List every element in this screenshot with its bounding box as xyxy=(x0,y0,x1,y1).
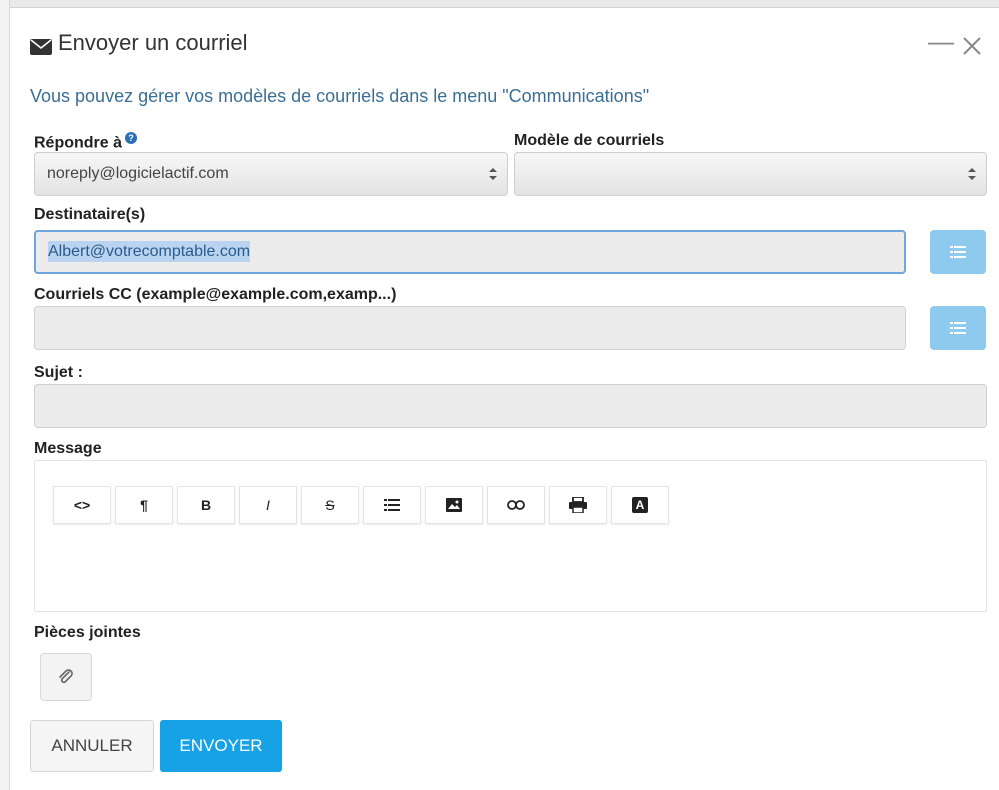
paragraph-button[interactable]: ¶ xyxy=(115,486,173,524)
bold-icon: B xyxy=(200,497,212,513)
italic-button[interactable]: I xyxy=(239,486,297,524)
unordered-list-icon xyxy=(384,499,400,511)
dialog-title: Envoyer un courriel xyxy=(30,30,248,56)
envelope-icon xyxy=(30,35,52,55)
cancel-button[interactable]: ANNULER xyxy=(30,720,154,772)
cc-list-button[interactable] xyxy=(930,306,986,350)
send-button[interactable]: ENVOYER xyxy=(160,720,282,772)
print-icon xyxy=(569,497,587,513)
info-text: Vous pouvez gérer vos modèles de courrie… xyxy=(30,86,650,106)
insert-link-button[interactable] xyxy=(487,486,545,524)
link-icon xyxy=(507,500,525,510)
message-label: Message xyxy=(34,440,102,457)
attachments-label: Pièces jointes xyxy=(34,624,141,641)
paperclip-icon xyxy=(59,669,73,684)
message-editor[interactable]: <> ¶ B I S A xyxy=(34,460,987,612)
italic-icon: I xyxy=(266,497,270,513)
code-view-button[interactable]: <> xyxy=(53,486,111,524)
cc-label: Courriels CC (example@example.com,examp.… xyxy=(34,286,397,303)
close-button[interactable] xyxy=(962,34,982,60)
help-icon[interactable]: ? xyxy=(125,132,138,144)
template-select[interactable] xyxy=(514,152,987,196)
attach-file-button[interactable] xyxy=(40,653,92,701)
template-label: Modèle de courriels xyxy=(514,132,665,149)
print-button[interactable] xyxy=(549,486,607,524)
reply-to-value: noreply@logicielactif.com xyxy=(47,165,229,182)
minimize-button[interactable]: — xyxy=(928,28,954,54)
editor-toolbar: <> ¶ B I S A xyxy=(53,486,673,524)
strikethrough-button[interactable]: S xyxy=(301,486,359,524)
strikethrough-icon: S xyxy=(325,497,335,513)
reply-to-label: Répondre à? xyxy=(34,132,138,152)
bold-button[interactable]: B xyxy=(177,486,235,524)
font-color-icon: A xyxy=(632,497,648,513)
reply-to-select[interactable]: noreply@logicielactif.com xyxy=(34,152,508,196)
close-icon xyxy=(963,37,981,55)
list-icon xyxy=(950,322,966,334)
cc-input[interactable] xyxy=(34,306,906,350)
insert-image-button[interactable] xyxy=(425,486,483,524)
background-page-edge xyxy=(0,0,10,790)
recipients-label: Destinataire(s) xyxy=(34,206,146,223)
paragraph-icon: ¶ xyxy=(140,497,148,513)
recipients-value: Albert@votrecomptable.com xyxy=(48,241,251,262)
code-view-icon: <> xyxy=(73,497,91,513)
dialog-title-text: Envoyer un courriel xyxy=(58,30,248,55)
subject-input[interactable] xyxy=(34,384,987,428)
list-icon xyxy=(950,246,966,258)
select-arrows-icon xyxy=(489,168,497,180)
email-dialog: Envoyer un courriel — Vous pouvez gérer … xyxy=(10,8,999,790)
list-button[interactable] xyxy=(363,486,421,524)
font-color-button[interactable]: A xyxy=(611,486,669,524)
image-icon xyxy=(446,498,462,512)
subject-label: Sujet : xyxy=(34,364,83,381)
recipients-input[interactable]: Albert@votrecomptable.com xyxy=(34,230,906,274)
recipients-list-button[interactable] xyxy=(930,230,986,274)
background-page xyxy=(0,0,999,8)
select-arrows-icon xyxy=(968,168,976,180)
dialog-header: Envoyer un courriel — xyxy=(10,8,999,78)
